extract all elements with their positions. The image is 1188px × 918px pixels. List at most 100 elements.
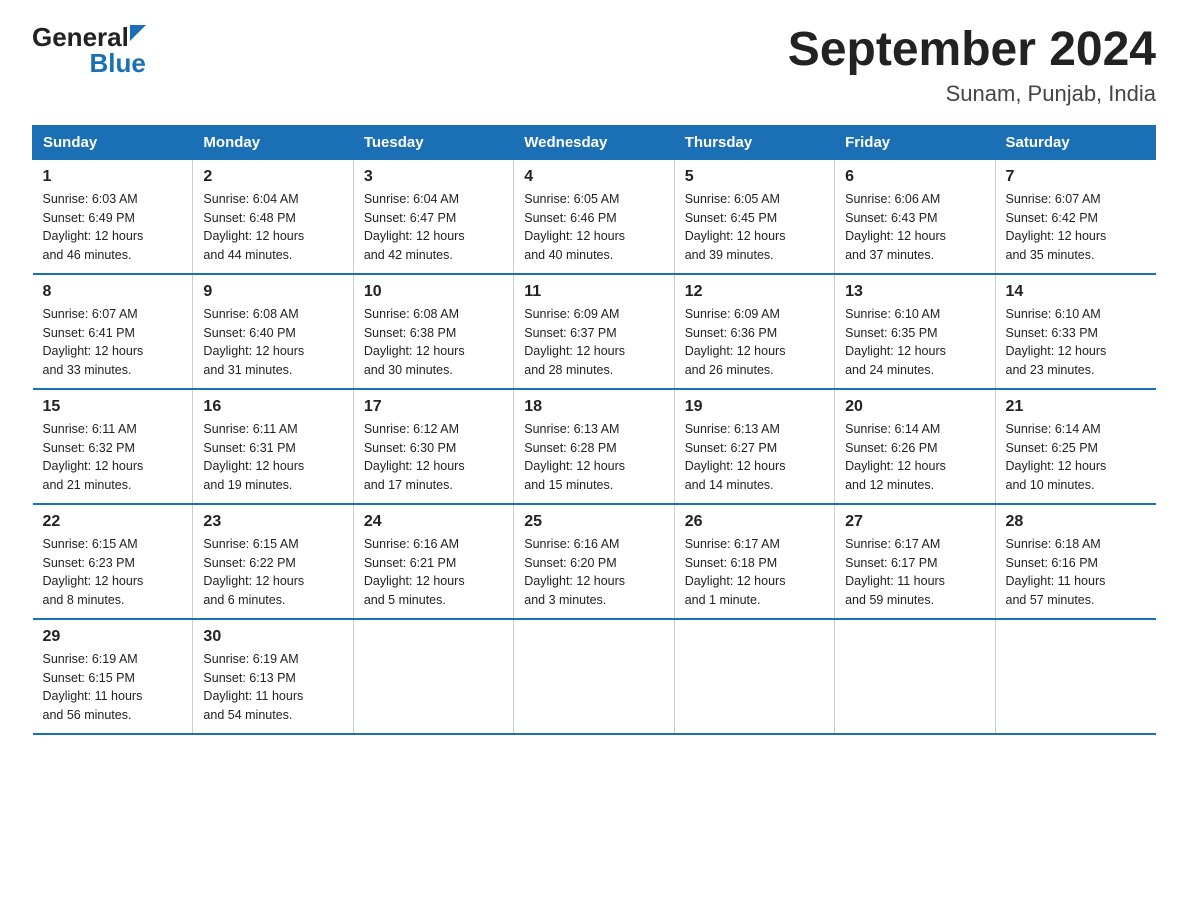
calendar-day-cell: 26 Sunrise: 6:17 AMSunset: 6:18 PMDaylig… xyxy=(674,504,834,619)
calendar-day-cell: 15 Sunrise: 6:11 AMSunset: 6:32 PMDaylig… xyxy=(33,389,193,504)
header-sunday: Sunday xyxy=(33,125,193,159)
header-monday: Monday xyxy=(193,125,353,159)
calendar-day-cell: 11 Sunrise: 6:09 AMSunset: 6:37 PMDaylig… xyxy=(514,274,674,389)
day-info: Sunrise: 6:13 AMSunset: 6:27 PMDaylight:… xyxy=(685,422,786,492)
calendar-day-cell: 1 Sunrise: 6:03 AMSunset: 6:49 PMDayligh… xyxy=(33,159,193,274)
day-info: Sunrise: 6:06 AMSunset: 6:43 PMDaylight:… xyxy=(845,192,946,262)
day-info: Sunrise: 6:10 AMSunset: 6:35 PMDaylight:… xyxy=(845,307,946,377)
calendar-day-cell: 16 Sunrise: 6:11 AMSunset: 6:31 PMDaylig… xyxy=(193,389,353,504)
day-number: 23 xyxy=(203,513,342,531)
calendar-day-cell xyxy=(674,619,834,734)
day-number: 11 xyxy=(524,283,663,301)
day-info: Sunrise: 6:16 AMSunset: 6:21 PMDaylight:… xyxy=(364,537,465,607)
day-info: Sunrise: 6:08 AMSunset: 6:38 PMDaylight:… xyxy=(364,307,465,377)
calendar-day-cell xyxy=(995,619,1155,734)
day-number: 30 xyxy=(203,628,342,646)
calendar-week-row: 8 Sunrise: 6:07 AMSunset: 6:41 PMDayligh… xyxy=(33,274,1156,389)
day-info: Sunrise: 6:16 AMSunset: 6:20 PMDaylight:… xyxy=(524,537,625,607)
day-number: 21 xyxy=(1006,398,1146,416)
day-number: 16 xyxy=(203,398,342,416)
title-area: September 2024 Sunam, Punjab, India xyxy=(788,24,1156,107)
calendar-header: Sunday Monday Tuesday Wednesday Thursday… xyxy=(33,125,1156,159)
day-number: 8 xyxy=(43,283,183,301)
day-number: 19 xyxy=(685,398,824,416)
day-info: Sunrise: 6:19 AMSunset: 6:15 PMDaylight:… xyxy=(43,652,143,722)
day-number: 20 xyxy=(845,398,984,416)
day-info: Sunrise: 6:03 AMSunset: 6:49 PMDaylight:… xyxy=(43,192,144,262)
day-number: 26 xyxy=(685,513,824,531)
day-number: 29 xyxy=(43,628,183,646)
calendar-week-row: 29 Sunrise: 6:19 AMSunset: 6:15 PMDaylig… xyxy=(33,619,1156,734)
day-number: 6 xyxy=(845,168,984,186)
day-number: 15 xyxy=(43,398,183,416)
calendar-day-cell xyxy=(514,619,674,734)
calendar-day-cell: 23 Sunrise: 6:15 AMSunset: 6:22 PMDaylig… xyxy=(193,504,353,619)
header-saturday: Saturday xyxy=(995,125,1155,159)
calendar-day-cell: 5 Sunrise: 6:05 AMSunset: 6:45 PMDayligh… xyxy=(674,159,834,274)
day-info: Sunrise: 6:09 AMSunset: 6:36 PMDaylight:… xyxy=(685,307,786,377)
calendar-day-cell: 19 Sunrise: 6:13 AMSunset: 6:27 PMDaylig… xyxy=(674,389,834,504)
calendar-day-cell: 6 Sunrise: 6:06 AMSunset: 6:43 PMDayligh… xyxy=(835,159,995,274)
header-friday: Friday xyxy=(835,125,995,159)
calendar-table: Sunday Monday Tuesday Wednesday Thursday… xyxy=(32,125,1156,735)
calendar-week-row: 15 Sunrise: 6:11 AMSunset: 6:32 PMDaylig… xyxy=(33,389,1156,504)
calendar-day-cell: 29 Sunrise: 6:19 AMSunset: 6:15 PMDaylig… xyxy=(33,619,193,734)
calendar-day-cell: 14 Sunrise: 6:10 AMSunset: 6:33 PMDaylig… xyxy=(995,274,1155,389)
header-thursday: Thursday xyxy=(674,125,834,159)
calendar-day-cell xyxy=(353,619,513,734)
day-number: 2 xyxy=(203,168,342,186)
calendar-day-cell: 13 Sunrise: 6:10 AMSunset: 6:35 PMDaylig… xyxy=(835,274,995,389)
calendar-day-cell: 17 Sunrise: 6:12 AMSunset: 6:30 PMDaylig… xyxy=(353,389,513,504)
calendar-day-cell: 8 Sunrise: 6:07 AMSunset: 6:41 PMDayligh… xyxy=(33,274,193,389)
calendar-day-cell xyxy=(835,619,995,734)
calendar-day-cell: 25 Sunrise: 6:16 AMSunset: 6:20 PMDaylig… xyxy=(514,504,674,619)
calendar-day-cell: 4 Sunrise: 6:05 AMSunset: 6:46 PMDayligh… xyxy=(514,159,674,274)
calendar-day-cell: 21 Sunrise: 6:14 AMSunset: 6:25 PMDaylig… xyxy=(995,389,1155,504)
calendar-day-cell: 27 Sunrise: 6:17 AMSunset: 6:17 PMDaylig… xyxy=(835,504,995,619)
calendar-day-cell: 12 Sunrise: 6:09 AMSunset: 6:36 PMDaylig… xyxy=(674,274,834,389)
day-info: Sunrise: 6:14 AMSunset: 6:25 PMDaylight:… xyxy=(1006,422,1107,492)
calendar-body: 1 Sunrise: 6:03 AMSunset: 6:49 PMDayligh… xyxy=(33,159,1156,734)
day-number: 28 xyxy=(1006,513,1146,531)
day-number: 14 xyxy=(1006,283,1146,301)
day-info: Sunrise: 6:10 AMSunset: 6:33 PMDaylight:… xyxy=(1006,307,1107,377)
day-info: Sunrise: 6:04 AMSunset: 6:47 PMDaylight:… xyxy=(364,192,465,262)
calendar-day-cell: 28 Sunrise: 6:18 AMSunset: 6:16 PMDaylig… xyxy=(995,504,1155,619)
day-info: Sunrise: 6:17 AMSunset: 6:18 PMDaylight:… xyxy=(685,537,786,607)
day-number: 13 xyxy=(845,283,984,301)
calendar-week-row: 1 Sunrise: 6:03 AMSunset: 6:49 PMDayligh… xyxy=(33,159,1156,274)
day-info: Sunrise: 6:11 AMSunset: 6:32 PMDaylight:… xyxy=(43,422,144,492)
calendar-day-cell: 9 Sunrise: 6:08 AMSunset: 6:40 PMDayligh… xyxy=(193,274,353,389)
calendar-day-cell: 30 Sunrise: 6:19 AMSunset: 6:13 PMDaylig… xyxy=(193,619,353,734)
day-info: Sunrise: 6:07 AMSunset: 6:42 PMDaylight:… xyxy=(1006,192,1107,262)
day-number: 3 xyxy=(364,168,503,186)
day-number: 18 xyxy=(524,398,663,416)
day-info: Sunrise: 6:04 AMSunset: 6:48 PMDaylight:… xyxy=(203,192,304,262)
logo-blue-text: Blue xyxy=(89,50,145,76)
day-info: Sunrise: 6:13 AMSunset: 6:28 PMDaylight:… xyxy=(524,422,625,492)
calendar-title: September 2024 xyxy=(788,24,1156,77)
day-number: 9 xyxy=(203,283,342,301)
day-info: Sunrise: 6:09 AMSunset: 6:37 PMDaylight:… xyxy=(524,307,625,377)
calendar-day-cell: 18 Sunrise: 6:13 AMSunset: 6:28 PMDaylig… xyxy=(514,389,674,504)
day-number: 24 xyxy=(364,513,503,531)
calendar-day-cell: 24 Sunrise: 6:16 AMSunset: 6:21 PMDaylig… xyxy=(353,504,513,619)
day-number: 10 xyxy=(364,283,503,301)
calendar-day-cell: 20 Sunrise: 6:14 AMSunset: 6:26 PMDaylig… xyxy=(835,389,995,504)
day-info: Sunrise: 6:05 AMSunset: 6:45 PMDaylight:… xyxy=(685,192,786,262)
calendar-subtitle: Sunam, Punjab, India xyxy=(788,81,1156,107)
day-info: Sunrise: 6:05 AMSunset: 6:46 PMDaylight:… xyxy=(524,192,625,262)
calendar-day-cell: 10 Sunrise: 6:08 AMSunset: 6:38 PMDaylig… xyxy=(353,274,513,389)
day-number: 25 xyxy=(524,513,663,531)
days-header-row: Sunday Monday Tuesday Wednesday Thursday… xyxy=(33,125,1156,159)
day-info: Sunrise: 6:11 AMSunset: 6:31 PMDaylight:… xyxy=(203,422,304,492)
header-wednesday: Wednesday xyxy=(514,125,674,159)
day-number: 27 xyxy=(845,513,984,531)
day-info: Sunrise: 6:08 AMSunset: 6:40 PMDaylight:… xyxy=(203,307,304,377)
header-tuesday: Tuesday xyxy=(353,125,513,159)
logo-general-text: General xyxy=(32,24,129,50)
calendar-day-cell: 3 Sunrise: 6:04 AMSunset: 6:47 PMDayligh… xyxy=(353,159,513,274)
day-number: 22 xyxy=(43,513,183,531)
day-info: Sunrise: 6:18 AMSunset: 6:16 PMDaylight:… xyxy=(1006,537,1106,607)
day-info: Sunrise: 6:15 AMSunset: 6:22 PMDaylight:… xyxy=(203,537,304,607)
